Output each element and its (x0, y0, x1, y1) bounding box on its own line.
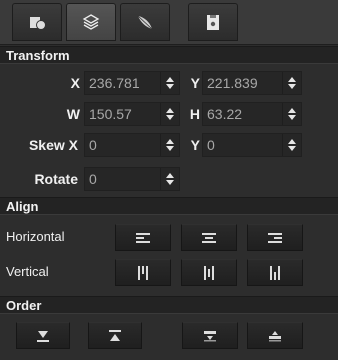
stepper-up-icon (166, 173, 174, 178)
skew-x-label: Skew X (28, 137, 78, 153)
send-to-back-icon (37, 330, 49, 342)
bring-forward-button[interactable] (247, 322, 303, 349)
transform-title: Transform (6, 48, 70, 63)
rotate-field[interactable]: 0 (84, 167, 180, 191)
stepper-up-icon (166, 139, 174, 144)
skew-y-field[interactable]: 0 (202, 133, 302, 157)
stepper-up-icon (288, 108, 296, 113)
x-field[interactable]: 236.781 (84, 71, 180, 95)
send-to-back-button[interactable] (16, 322, 70, 349)
feather-icon (137, 15, 153, 30)
align-right-button[interactable] (247, 224, 303, 251)
order-section-header: Order (0, 296, 338, 314)
h-stepper[interactable] (282, 103, 301, 125)
skew-x-field[interactable]: 0 (84, 133, 180, 157)
stepper-down-icon (166, 146, 174, 151)
tab-document[interactable] (188, 3, 238, 41)
stepper-up-icon (288, 139, 296, 144)
stepper-down-icon (288, 84, 296, 89)
layers-icon (82, 14, 100, 30)
inspector-panel: Transform X 236.781 Y 221.839 W 150.57 H… (0, 0, 338, 360)
align-left-button[interactable] (115, 224, 171, 251)
tab-fill[interactable] (12, 3, 62, 41)
align-bottom-icon (270, 265, 280, 280)
send-backward-icon (204, 330, 216, 341)
horizontal-label: Horizontal (6, 229, 65, 244)
skew-x-stepper[interactable] (160, 134, 179, 156)
y-field[interactable]: 221.839 (202, 71, 302, 95)
x-value: 236.781 (89, 75, 140, 91)
transform-section-header: Transform (0, 46, 338, 64)
rotate-label: Rotate (34, 171, 78, 187)
w-label: W (66, 106, 80, 122)
tab-feather[interactable] (120, 3, 170, 41)
tab-layers[interactable] (66, 3, 116, 41)
stepper-down-icon (166, 84, 174, 89)
rotate-value: 0 (89, 171, 97, 187)
w-value: 150.57 (89, 106, 132, 122)
align-top-icon (138, 265, 148, 280)
w-field[interactable]: 150.57 (84, 102, 180, 126)
align-middle-button[interactable] (181, 259, 237, 286)
vertical-label: Vertical (6, 264, 49, 279)
align-section-header: Align (0, 197, 338, 215)
bring-forward-icon (269, 330, 281, 341)
fill-shape-icon (30, 17, 46, 30)
stepper-up-icon (288, 77, 296, 82)
stepper-down-icon (166, 115, 174, 120)
align-top-button[interactable] (115, 259, 171, 286)
y-value: 221.839 (207, 75, 258, 91)
skew-x-value: 0 (89, 137, 97, 153)
x-stepper[interactable] (160, 72, 179, 94)
y-stepper[interactable] (282, 72, 301, 94)
skew-y-stepper[interactable] (282, 134, 301, 156)
y-label: Y (190, 75, 200, 91)
align-center-icon (202, 232, 216, 243)
stepper-down-icon (166, 180, 174, 185)
bring-to-front-icon (109, 329, 121, 341)
align-left-icon (136, 232, 150, 243)
h-value: 63.22 (207, 106, 243, 122)
w-stepper[interactable] (160, 103, 179, 125)
h-field[interactable]: 63.22 (202, 102, 302, 126)
align-bottom-button[interactable] (247, 259, 303, 286)
order-title: Order (6, 298, 42, 313)
bring-to-front-button[interactable] (88, 322, 142, 349)
x-label: X (70, 75, 80, 91)
rotate-stepper[interactable] (160, 168, 179, 190)
skew-y-value: 0 (207, 137, 215, 153)
stepper-up-icon (166, 77, 174, 82)
document-icon (207, 15, 219, 30)
align-middle-icon (204, 265, 214, 280)
stepper-up-icon (166, 108, 174, 113)
stepper-down-icon (288, 115, 296, 120)
align-center-button[interactable] (181, 224, 237, 251)
h-label: H (189, 106, 200, 122)
stepper-down-icon (288, 146, 296, 151)
inspector-tab-bar (0, 0, 338, 45)
align-title: Align (6, 199, 39, 214)
send-backward-button[interactable] (182, 322, 238, 349)
align-right-icon (268, 232, 282, 243)
skew-y-label: Y (190, 137, 200, 153)
